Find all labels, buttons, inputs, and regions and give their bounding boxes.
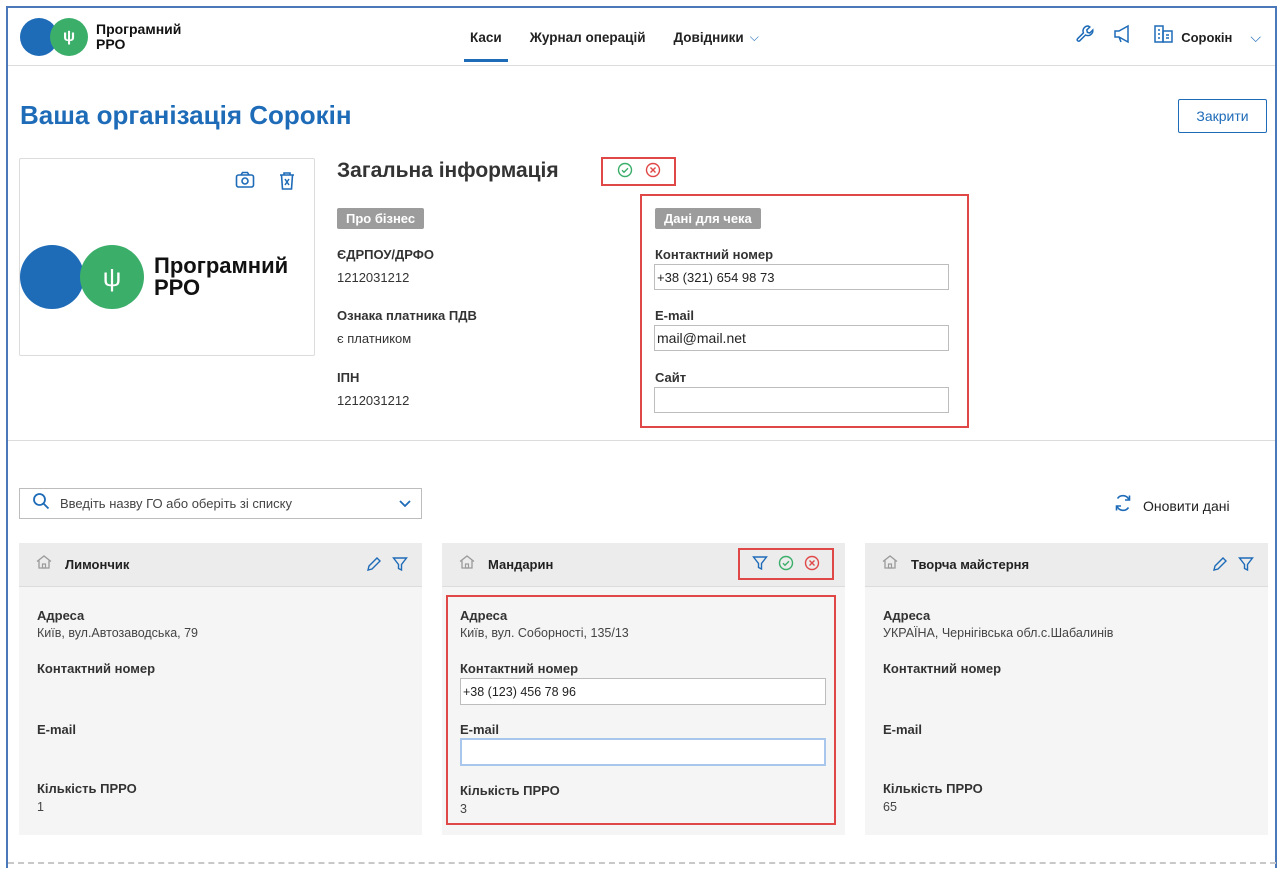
address-label: Адреса xyxy=(883,608,931,623)
pencil-icon[interactable] xyxy=(1212,556,1228,575)
general-info-title: Загальна інформація xyxy=(337,159,559,182)
ipn-label: ІПН xyxy=(337,370,360,385)
business-badge: Про бізнес xyxy=(337,208,425,229)
phone-label: Контактний номер xyxy=(883,661,1002,676)
big-logo-blue-circle xyxy=(20,245,84,309)
logo-text: Програмний РРО xyxy=(96,21,182,52)
vat-value: є платником xyxy=(337,331,412,346)
megaphone-icon[interactable] xyxy=(1113,24,1135,50)
wrench-icon[interactable] xyxy=(1075,24,1095,50)
nav-references[interactable]: Довідники ⌵ xyxy=(674,8,759,66)
site-label: Сайт xyxy=(655,370,687,385)
home-icon xyxy=(35,554,53,575)
chevron-down-icon[interactable]: ⌵ xyxy=(1250,29,1261,46)
general-info-actions xyxy=(601,157,676,186)
count-label: Кількість ПРРО xyxy=(37,781,137,796)
home-icon xyxy=(458,554,476,575)
address-value: УКРАЇНА, Чернігівська обл.с.Шабалинів xyxy=(883,626,1114,640)
count-label: Кількість ПРРО xyxy=(883,781,983,796)
cancel-icon[interactable] xyxy=(645,162,661,182)
nav-kasy-label: Каси xyxy=(470,29,502,45)
card-tools xyxy=(1212,543,1254,587)
email-field[interactable]: mail@mail.net xyxy=(654,325,949,351)
filter-icon[interactable] xyxy=(752,555,768,574)
card-title: Лимончик xyxy=(65,557,130,572)
nav-references-label: Довідники xyxy=(673,29,744,45)
card-header: Лимончик xyxy=(19,543,422,587)
header-actions: Сорокін ⌵ xyxy=(1057,8,1261,66)
building-icon[interactable] xyxy=(1153,23,1175,51)
email-label: E-mail xyxy=(655,308,695,323)
phone-field[interactable]: +38 (321) 654 98 73 xyxy=(654,264,949,290)
nav-journal[interactable]: Журнал операцій xyxy=(530,8,646,66)
card-title: Мандарин xyxy=(488,557,554,572)
search-placeholder: Введіть назву ГО або оберіть зі списку xyxy=(60,496,293,511)
home-icon xyxy=(881,554,899,575)
pencil-icon[interactable] xyxy=(366,556,382,575)
refresh-icon xyxy=(1113,493,1133,518)
count-value: 1 xyxy=(37,800,44,814)
close-button[interactable]: Закрити xyxy=(1178,99,1267,133)
org-card: Творча майстерня Адреса УКРАЇНА, Чернігі… xyxy=(865,543,1268,835)
logo-card: ψ Програмний РРО xyxy=(19,158,315,356)
edrpou-value: 1212031212 xyxy=(337,270,410,285)
edrpou-label: ЄДРПОУ/ДРФО xyxy=(337,247,434,262)
confirm-icon[interactable] xyxy=(778,555,794,574)
email-label: E-mail xyxy=(37,722,77,737)
nav-kasy[interactable]: Каси xyxy=(464,8,508,66)
big-trident-icon: ψ xyxy=(80,245,144,309)
phone-label: Контактний номер xyxy=(655,247,774,262)
address-label: Адреса xyxy=(37,608,85,623)
card-tools xyxy=(366,543,408,587)
chevron-down-icon: ⌵ xyxy=(749,29,759,44)
user-name[interactable]: Сорокін xyxy=(1181,30,1232,45)
refresh-button[interactable]: Оновити дані xyxy=(1113,493,1230,518)
nav-journal-label: Журнал операцій xyxy=(529,29,646,45)
org-search[interactable]: Введіть назву ГО або оберіть зі списку xyxy=(19,488,422,519)
trash-icon[interactable] xyxy=(278,171,296,196)
ipn-value: 1212031212 xyxy=(337,393,410,408)
search-icon xyxy=(32,492,50,515)
card-title: Творча майстерня xyxy=(911,557,1030,572)
page-title: Ваша організація Сорокін xyxy=(20,100,352,130)
section-divider xyxy=(8,440,1275,441)
card-edit-actions xyxy=(738,548,834,580)
vat-label: Ознака платника ПДВ xyxy=(337,308,477,323)
count-value: 65 xyxy=(883,800,897,814)
trident-icon: ψ xyxy=(50,18,88,56)
card-edit-highlight xyxy=(446,595,836,825)
confirm-icon[interactable] xyxy=(617,162,633,182)
bottom-divider xyxy=(8,862,1276,864)
filter-icon[interactable] xyxy=(1238,556,1254,575)
cancel-icon[interactable] xyxy=(804,555,820,574)
card-header: Творча майстерня xyxy=(865,543,1268,587)
address-value: Київ, вул.Автозаводська, 79 xyxy=(37,626,198,640)
site-field[interactable] xyxy=(654,387,949,413)
filter-icon[interactable] xyxy=(392,556,408,575)
phone-label: Контактний номер xyxy=(37,661,156,676)
camera-icon[interactable] xyxy=(235,171,255,194)
chevron-down-icon[interactable] xyxy=(399,496,411,511)
refresh-label: Оновити дані xyxy=(1143,497,1230,514)
email-label: E-mail xyxy=(883,722,923,737)
main-nav: Каси Журнал операцій Довідники ⌵ xyxy=(464,8,787,66)
big-logo-text: Програмний РРО xyxy=(154,253,289,300)
big-logo: ψ Програмний РРО xyxy=(20,245,304,309)
top-header: ψ Програмний РРО Каси Журнал операцій До… xyxy=(8,8,1275,66)
check-badge: Дані для чека xyxy=(655,208,761,229)
app-logo[interactable]: ψ Програмний РРО xyxy=(20,18,206,56)
org-card: Лимончик Адреса Київ, вул.Автозаводська,… xyxy=(19,543,422,835)
